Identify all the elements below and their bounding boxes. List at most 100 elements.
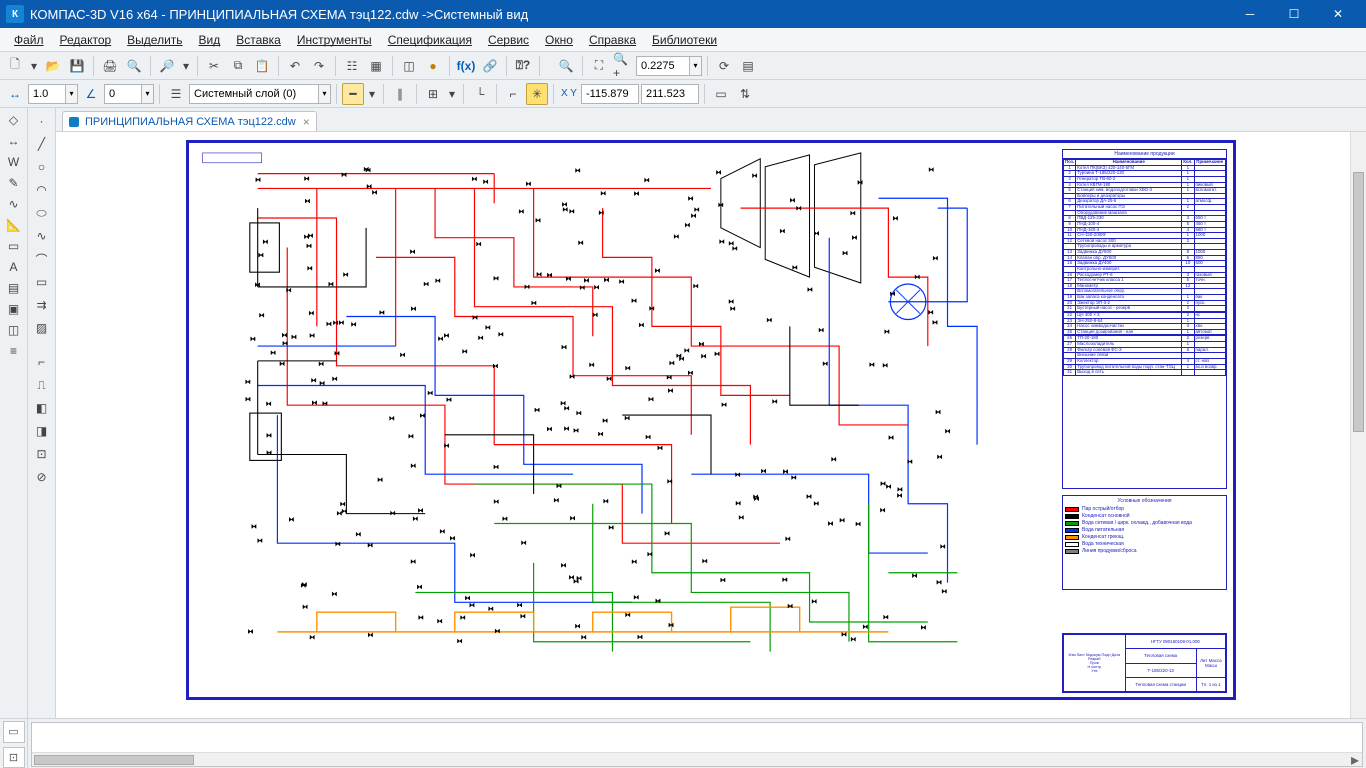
circle-tool-icon[interactable]: ○ xyxy=(31,156,53,178)
paste-button[interactable]: 📋 xyxy=(251,55,273,77)
maximize-button[interactable]: ☐ xyxy=(1272,0,1316,28)
aux5-icon[interactable]: ⊡ xyxy=(31,443,53,465)
cat-measure-icon[interactable]: 📐 xyxy=(3,215,25,235)
snap-parallel-button[interactable]: ∥ xyxy=(389,83,411,105)
menu-window[interactable]: Окно xyxy=(537,31,581,49)
grid-dropdown[interactable]: ▾ xyxy=(446,83,458,105)
close-button[interactable]: ✕ xyxy=(1316,0,1360,28)
minimize-button[interactable]: ─ xyxy=(1228,0,1272,28)
copy-button[interactable]: ⧉ xyxy=(227,55,249,77)
new-button[interactable]: 🗋 xyxy=(4,55,26,77)
doc-icon xyxy=(69,117,79,127)
constraints-button[interactable]: ▭ xyxy=(710,83,732,105)
menu-spec[interactable]: Спецификация xyxy=(380,31,480,49)
properties-button[interactable]: ☷ xyxy=(341,55,363,77)
point-tool-icon[interactable]: · xyxy=(31,110,53,132)
arc-tool-icon[interactable]: ◠ xyxy=(31,179,53,201)
zoom-area-button[interactable]: 🔎 xyxy=(156,55,178,77)
menu-edit[interactable]: Редактор xyxy=(52,31,120,49)
rect-tool-icon[interactable]: ▭ xyxy=(31,271,53,293)
zoom-dropdown[interactable]: ▾ xyxy=(180,55,192,77)
refresh-button[interactable]: ⟳ xyxy=(713,55,735,77)
fillet-tool-icon[interactable]: ⌒ xyxy=(31,248,53,270)
cat-report-icon[interactable]: ▤ xyxy=(3,278,25,298)
coord-y-field[interactable] xyxy=(641,84,699,104)
offset-tool-icon[interactable]: ⇉ xyxy=(31,294,53,316)
angle-field[interactable]: ▾ xyxy=(104,84,154,104)
manager-button[interactable]: ◫ xyxy=(398,55,420,77)
line-style-dropdown[interactable]: ▾ xyxy=(366,83,378,105)
canvas-viewport[interactable]: Наименование продукции Поз.НаименованиеК… xyxy=(56,132,1366,718)
panes-button[interactable]: ▤ xyxy=(737,55,759,77)
cat-geometry-icon[interactable]: ◇ xyxy=(3,110,25,130)
line-style-button[interactable]: ━ xyxy=(342,83,364,105)
menu-libs[interactable]: Библиотеки xyxy=(644,31,725,49)
cat-edit-icon[interactable]: ✎ xyxy=(3,173,25,193)
cat-insert-icon[interactable]: ▣ xyxy=(3,299,25,319)
vars-button[interactable]: f(x) xyxy=(455,55,477,77)
menu-help[interactable]: Справка xyxy=(581,31,644,49)
redo-button[interactable]: ↷ xyxy=(308,55,330,77)
document-tab[interactable]: ПРИНЦИПИАЛЬНАЯ СХЕМА тэц122.cdw × xyxy=(62,111,317,131)
attach-button[interactable]: 🔗 xyxy=(479,55,501,77)
cat-annot-icon[interactable]: W xyxy=(3,152,25,172)
menu-file[interactable]: Файл xyxy=(6,31,52,49)
menu-service[interactable]: Сервис xyxy=(480,31,537,49)
round-button[interactable]: ⌐ xyxy=(502,83,524,105)
style-button[interactable]: ● xyxy=(422,55,444,77)
spline-tool-icon[interactable]: ∿ xyxy=(31,225,53,247)
zoom-all-button[interactable]: ⛶ xyxy=(588,55,610,77)
workspace: ◇ ↔ W ✎ ∿ 📐 ▭ Α ▤ ▣ ◫ ≡ · ╱ ○ ◠ ⬭ ∿ ⌒ ▭ … xyxy=(0,108,1366,718)
print-button[interactable]: 🖨 xyxy=(99,55,121,77)
cat-tools-icon[interactable]: ≡ xyxy=(3,341,25,361)
layer-input[interactable] xyxy=(189,84,319,104)
cat-dim-icon[interactable]: ↔ xyxy=(3,131,25,151)
coord-x-field[interactable] xyxy=(581,84,639,104)
menu-select[interactable]: Выделить xyxy=(119,31,190,49)
prop-tab-2-icon[interactable]: ⊡ xyxy=(3,747,25,768)
aux2-icon[interactable]: ⎍ xyxy=(31,374,53,396)
cat-param-icon[interactable]: ∿ xyxy=(3,194,25,214)
undo-button[interactable]: ↶ xyxy=(284,55,306,77)
menu-view[interactable]: Вид xyxy=(191,31,229,49)
aux6-icon[interactable]: ⊘ xyxy=(31,466,53,488)
close-tab-icon[interactable]: × xyxy=(303,115,310,129)
line-tool-icon[interactable]: ╱ xyxy=(31,133,53,155)
zoom-value-field[interactable]: ▾ xyxy=(636,56,702,76)
hatch-tool-icon[interactable]: ▨ xyxy=(31,317,53,339)
step-icon[interactable]: ↔ xyxy=(4,83,26,105)
prop-tab-1-icon[interactable]: ▭ xyxy=(3,721,25,743)
snaps-button[interactable]: ✳ xyxy=(526,83,548,105)
aux4-icon[interactable]: ◨ xyxy=(31,420,53,442)
vertical-scrollbar[interactable] xyxy=(1350,132,1366,718)
menu-insert[interactable]: Вставка xyxy=(228,31,289,49)
new-dropdown[interactable]: ▾ xyxy=(28,55,40,77)
library-button[interactable]: ▦ xyxy=(365,55,387,77)
save-button[interactable]: 💾 xyxy=(66,55,88,77)
aux1-icon[interactable]: ⌐ xyxy=(31,351,53,373)
cat-spec-icon[interactable]: Α xyxy=(3,257,25,277)
step-field[interactable]: ▾ xyxy=(28,84,78,104)
help-button[interactable]: ⍰? xyxy=(512,55,534,77)
step-input[interactable] xyxy=(28,84,66,104)
menu-tools[interactable]: Инструменты xyxy=(289,31,380,49)
aux3-icon[interactable]: ◧ xyxy=(31,397,53,419)
open-button[interactable]: 📂 xyxy=(42,55,64,77)
zoom-value-input[interactable] xyxy=(636,56,690,76)
cut-button[interactable]: ✂ xyxy=(203,55,225,77)
zoom-window-button[interactable]: 🔍 xyxy=(555,55,577,77)
cat-select-icon[interactable]: ▭ xyxy=(3,236,25,256)
grid-button[interactable]: ⊞ xyxy=(422,83,444,105)
ellipse-tool-icon[interactable]: ⬭ xyxy=(31,202,53,224)
angle-input[interactable] xyxy=(104,84,142,104)
preview-button[interactable]: 🔍 xyxy=(123,55,145,77)
layer-icon[interactable]: ☰ xyxy=(165,83,187,105)
property-h-scrollbar[interactable]: ▸ xyxy=(32,752,1362,766)
params-button[interactable]: ⇅ xyxy=(734,83,756,105)
property-panel-body[interactable]: ▸ xyxy=(31,722,1363,767)
ortho-button[interactable]: └ xyxy=(469,83,491,105)
cat-views-icon[interactable]: ◫ xyxy=(3,320,25,340)
angle-step-icon[interactable]: ∠ xyxy=(80,83,102,105)
zoom-in-button[interactable]: 🔍+ xyxy=(612,55,634,77)
layer-select[interactable]: ▾ xyxy=(189,84,331,104)
